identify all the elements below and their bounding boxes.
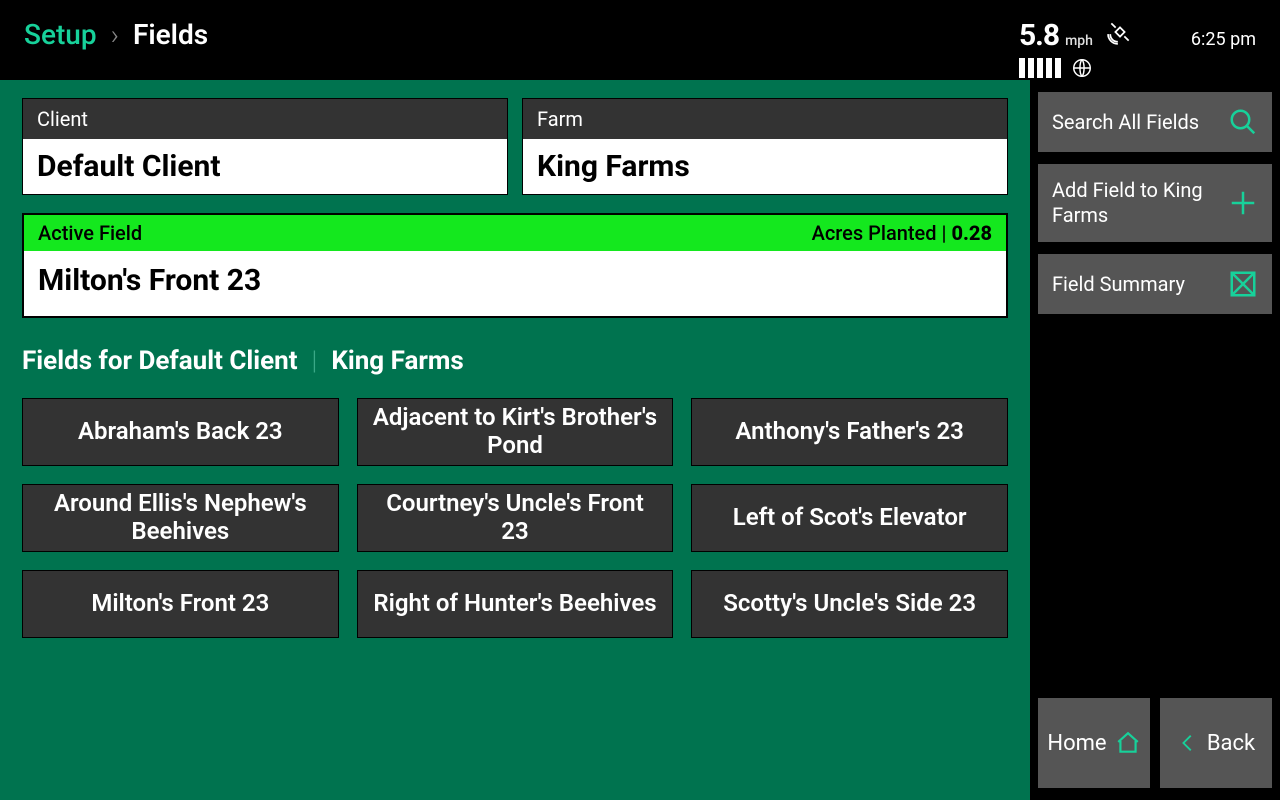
signal-bars-icon [1019,58,1061,78]
status-cluster: 5.8 mph 6:25 pm [1019,18,1256,79]
farm-label: Farm [523,99,1007,139]
field-button[interactable]: Courtney's Uncle's Front 23 [357,484,674,552]
field-list-heading: Fields for Default Client | King Farms [22,346,1008,376]
active-field-name: Milton's Front 23 [24,251,1006,316]
gps-globe-icon [1071,57,1093,79]
field-button[interactable]: Adjacent to Kirt's Brother's Pond [357,398,674,466]
breadcrumb-current: Fields [133,18,208,51]
search-icon [1228,107,1258,137]
farm-value: King Farms [523,139,1007,194]
field-button[interactable]: Milton's Front 23 [22,570,339,638]
client-selector[interactable]: Client Default Client [22,98,508,195]
breadcrumb-parent[interactable]: Setup [24,18,97,51]
breadcrumb: Setup › Fields [24,18,208,51]
add-field-button[interactable]: Add Field to King Farms [1038,164,1272,242]
back-button[interactable]: Back [1160,698,1272,788]
clock: 6:25 pm [1191,29,1256,50]
active-field-label: Active Field [38,221,142,245]
search-all-fields-button[interactable]: Search All Fields [1038,92,1272,152]
field-button[interactable]: Right of Hunter's Beehives [357,570,674,638]
field-button[interactable]: Anthony's Father's 23 [691,398,1008,466]
main-panel: Client Default Client Farm King Farms Ac… [0,80,1030,800]
home-button[interactable]: Home [1038,698,1150,788]
plus-icon [1228,188,1258,218]
farm-selector[interactable]: Farm King Farms [522,98,1008,195]
client-label: Client [23,99,507,139]
field-grid: Abraham's Back 23 Adjacent to Kirt's Brot… [22,398,1008,638]
active-field-card[interactable]: Active Field Acres Planted | 0.28 Milton… [22,213,1008,318]
field-button[interactable]: Left of Scot's Elevator [691,484,1008,552]
client-value: Default Client [23,139,507,194]
field-button[interactable]: Abraham's Back 23 [22,398,339,466]
home-icon [1115,730,1141,756]
field-button[interactable]: Scotty's Uncle's Side 23 [691,570,1008,638]
satellite-icon [1107,19,1133,45]
chevron-right-icon: › [111,18,119,51]
top-bar: Setup › Fields 5.8 mph 6:25 pm [0,0,1280,80]
acres-planted: Acres Planted | 0.28 [812,221,992,245]
right-sidebar: Search All Fields Add Field to King Farm… [1030,80,1280,800]
speed-unit: mph [1065,33,1093,49]
field-summary-button[interactable]: Field Summary [1038,254,1272,314]
speed-value: 5.8 [1019,18,1059,53]
field-button[interactable]: Around Ellis's Nephew's Beehives [22,484,339,552]
field-plot-icon [1228,269,1258,299]
chevron-left-icon [1177,732,1199,754]
